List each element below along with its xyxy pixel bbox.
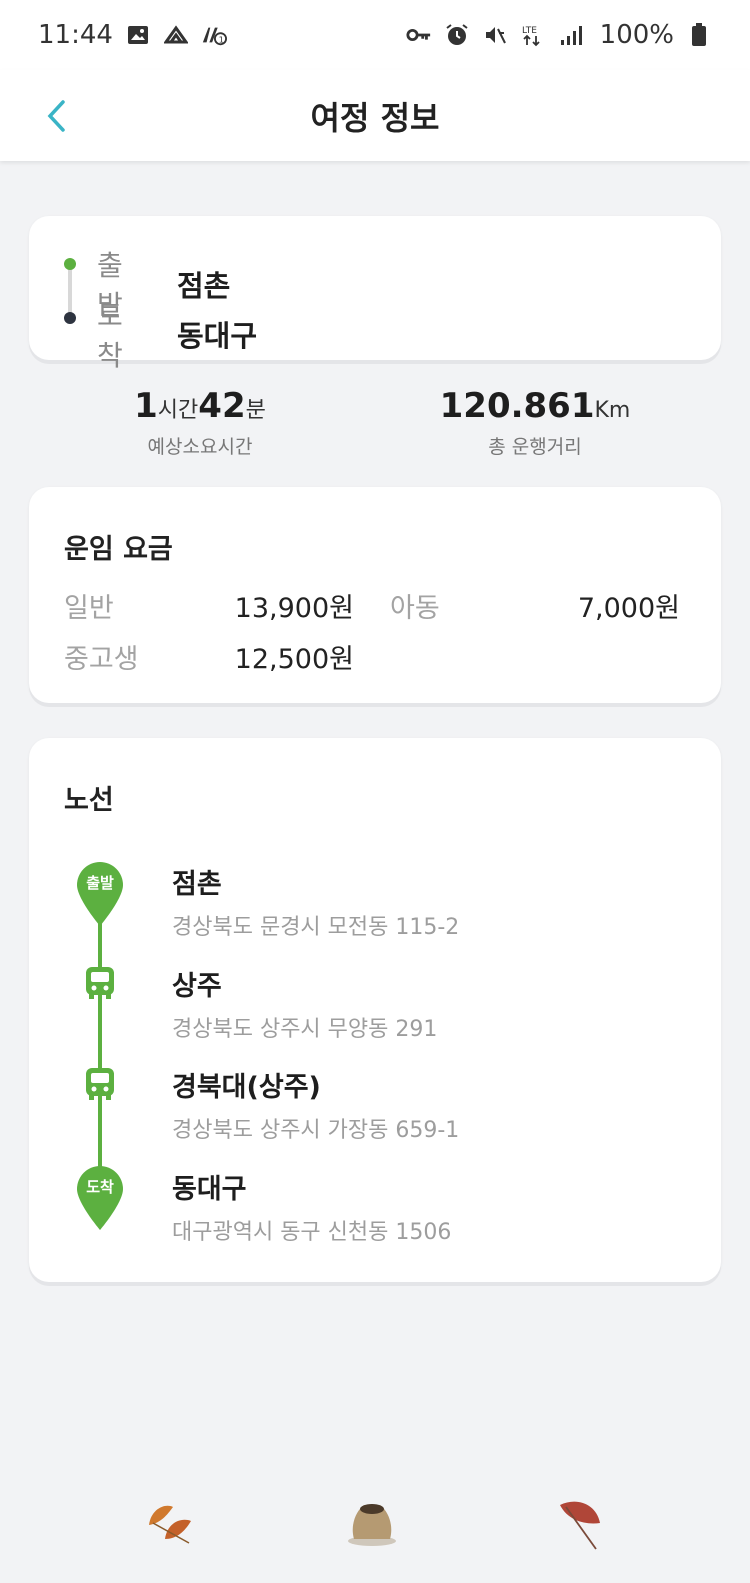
trip-summary: 1 시간 42 분 예상소요시간 120.861 Km 총 운행거리 (0, 386, 750, 461)
arrival-row: 도착 동대구 (97, 294, 257, 374)
line-title: 노선 (64, 785, 114, 816)
status-right: LTE 100% (406, 20, 712, 50)
end-pin-icon: 도착 (75, 1165, 125, 1231)
svg-text:LTE: LTE (522, 26, 537, 36)
departure-dot (64, 258, 76, 270)
battery-icon (686, 22, 712, 48)
page-title: 여정 정보 (310, 98, 440, 137)
chevron-left-icon (47, 100, 65, 132)
end-pin-label: 도착 (86, 1178, 114, 1196)
bus-icon (85, 966, 115, 1000)
lte-icon: LTE (520, 22, 546, 48)
mute-icon (482, 22, 508, 48)
fare-value-general: 13,900원 (234, 593, 354, 624)
image-icon (125, 22, 151, 48)
fare-card: 운임 요금 일반 13,900원 아동 7,000원 중고생 12,500원 (29, 487, 721, 703)
list-item: 상주 경상북도 상주시 무양동 291 (172, 964, 437, 1043)
duration-minutes-unit: 분 (245, 398, 266, 423)
fare-label-child: 아동 (390, 593, 440, 624)
svg-text:1: 1 (219, 34, 224, 44)
start-pin-icon: 출발 (75, 861, 125, 927)
stop-name: 경북대(상주) (172, 1072, 321, 1103)
distance-unit: Km (594, 398, 631, 423)
list-item: 동대구 대구광역시 동구 신천동 1506 (172, 1167, 451, 1246)
distance-summary: 120.861 Km 총 운행거리 (420, 386, 650, 459)
fare-label-general: 일반 (64, 593, 114, 624)
arrival-label: 도착 (97, 299, 123, 372)
list-item: 경북대(상주) 경상북도 상주시 가장동 659-1 (172, 1065, 459, 1144)
vpn-key-icon (406, 22, 432, 48)
arrival-value: 동대구 (177, 319, 258, 353)
stop-name: 점촌 (172, 869, 222, 900)
list-item: 점촌 경상북도 문경시 모전동 115-2 (172, 862, 459, 941)
distance-label: 총 운행거리 (488, 436, 582, 458)
back-button[interactable] (28, 88, 84, 144)
stop-address: 대구광역시 동구 신천동 1506 (172, 1220, 452, 1245)
arrival-dot (64, 312, 76, 324)
stop-address: 경상북도 상주시 가장동 659-1 (172, 1118, 460, 1143)
stop-address: 경상북도 상주시 무양동 291 (172, 1017, 438, 1042)
status-left: 11:44 1 (38, 20, 227, 50)
cloud-upload-icon (163, 22, 189, 48)
duration-hours-unit: 시간 (157, 398, 199, 423)
signal-icon (558, 22, 584, 48)
route-card: 출발 점촌 도착 동대구 (29, 216, 721, 372)
stop-address: 경상북도 문경시 모전동 115-2 (172, 915, 460, 940)
fare-title: 운임 요금 (64, 534, 173, 565)
start-pin-label: 출발 (86, 874, 114, 892)
duration-label: 예상소요시간 (147, 436, 253, 458)
stop-name: 동대구 (172, 1174, 247, 1205)
distance-value: 120.861 (439, 386, 595, 426)
autumn-leaf-icon (143, 1495, 195, 1549)
fare-value-child: 7,000원 (577, 593, 680, 624)
grain-sack-icon (346, 1495, 398, 1551)
status-bar: 11:44 1 LTE 100% (0, 0, 750, 70)
duration-summary: 1 시간 42 분 예상소요시간 (100, 386, 300, 459)
battery-percent: 100% (599, 20, 674, 50)
fare-label-student: 중고생 (64, 644, 139, 675)
line-card: 노선 출발 도착 점촌 경상북도 문경시 모전동 115-2 상주 경상북도 상… (29, 738, 721, 1282)
bus-icon (85, 1067, 115, 1101)
duration-minutes: 42 (198, 386, 246, 426)
red-leaf-icon (556, 1495, 608, 1557)
line-rail (98, 898, 102, 1198)
status-time: 11:44 (38, 20, 113, 50)
stop-name: 상주 (172, 971, 222, 1002)
duration-hours: 1 (134, 386, 158, 426)
app-header: 여정 정보 (0, 70, 750, 161)
notification-icon: 1 (201, 22, 227, 48)
route-connector (68, 264, 72, 316)
fare-value-student: 12,500원 (234, 644, 354, 675)
alarm-icon (444, 22, 470, 48)
